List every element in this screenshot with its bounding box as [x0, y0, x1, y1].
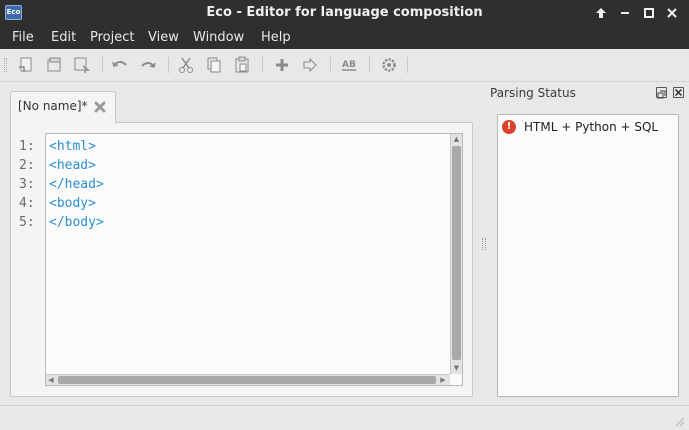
minimize-icon — [621, 12, 629, 14]
menu-file[interactable]: File — [12, 26, 34, 49]
code-lines[interactable]: <html> <head> </head> <body> </body> — [49, 137, 104, 232]
close-icon — [94, 101, 106, 113]
scroll-right-arrow-icon[interactable]: ▶ — [438, 375, 448, 385]
title-bar: Eco Eco - Editor for language compositio… — [0, 0, 689, 26]
toolbar-separator — [330, 57, 331, 73]
maximize-button[interactable] — [640, 4, 658, 22]
select-language-box-button[interactable] — [301, 56, 319, 74]
paste-button[interactable] — [233, 56, 251, 74]
toolbar-separator — [369, 57, 370, 73]
parsing-status-title: Parsing Status — [490, 86, 576, 100]
toolbar-separator — [102, 57, 103, 73]
dock-splitter-handle[interactable] — [482, 238, 486, 250]
language-label: HTML + Python + SQL — [524, 120, 659, 134]
scroll-down-arrow-icon[interactable]: ▼ — [451, 363, 462, 373]
line-number: 4: — [19, 196, 35, 211]
code-line[interactable]: <body> — [49, 194, 104, 213]
line-number: 2: — [19, 158, 35, 173]
window-title: Eco - Editor for language composition — [206, 5, 483, 20]
close-icon — [667, 8, 677, 18]
parse-tree-button[interactable]: AB — [340, 56, 358, 74]
tab-close-button[interactable] — [93, 100, 107, 114]
close-button[interactable] — [663, 4, 681, 22]
cut-icon — [179, 57, 193, 73]
save-button[interactable] — [73, 56, 91, 74]
code-line[interactable]: </head> — [49, 175, 104, 194]
menu-bar: File Edit Project View Window Help — [0, 26, 689, 49]
line-number-gutter: 1: 2: 3: 4: 5: — [19, 137, 45, 232]
add-language-box-icon — [276, 59, 288, 71]
minimize-button[interactable] — [616, 4, 634, 22]
dock-float-button[interactable] — [656, 87, 667, 99]
menu-help[interactable]: Help — [261, 26, 291, 49]
open-button[interactable] — [45, 56, 63, 74]
copy-button[interactable] — [205, 56, 223, 74]
arrow-up-icon — [596, 8, 606, 18]
error-icon: ! — [502, 120, 516, 134]
code-line[interactable]: <head> — [49, 156, 104, 175]
toolbar-separator — [168, 57, 169, 73]
settings-icon — [382, 58, 396, 72]
float-icon — [657, 90, 666, 99]
line-number: 1: — [19, 139, 35, 154]
tab-no-name[interactable]: [No name]* — [10, 91, 116, 123]
copy-icon — [207, 57, 221, 73]
new-button[interactable] — [17, 56, 35, 74]
code-line[interactable]: </body> — [49, 213, 104, 232]
size-grip-icon[interactable] — [675, 416, 685, 427]
save-icon — [74, 57, 91, 73]
toolbar-separator — [407, 57, 408, 73]
horizontal-scrollbar[interactable]: ◀ ▶ — [46, 374, 450, 385]
code-editor[interactable] — [45, 133, 463, 386]
toolbar-separator — [262, 57, 263, 73]
scroll-up-arrow-icon[interactable]: ▲ — [451, 134, 462, 144]
parse-tree-icon: AB — [342, 60, 356, 71]
redo-button[interactable] — [139, 56, 157, 74]
svg-text:AB: AB — [342, 60, 356, 70]
line-number: 5: — [19, 215, 35, 230]
parsing-status-list: ! HTML + Python + SQL — [497, 114, 679, 397]
dock-close-button[interactable] — [673, 87, 684, 98]
vertical-scrollbar[interactable]: ▲ ▼ — [450, 134, 462, 374]
vertical-scroll-thumb[interactable] — [452, 146, 461, 360]
status-bar — [0, 405, 689, 430]
undo-button[interactable] — [111, 56, 129, 74]
settings-button[interactable] — [380, 56, 398, 74]
line-number: 3: — [19, 177, 35, 192]
select-language-box-icon — [303, 57, 317, 73]
tab-label: [No name]* — [18, 99, 88, 113]
code-line[interactable]: <html> — [49, 137, 104, 156]
maximize-icon — [644, 8, 654, 18]
menu-project[interactable]: Project — [90, 26, 134, 49]
toolbar-grip[interactable] — [4, 58, 7, 72]
close-icon — [674, 88, 683, 97]
cut-button[interactable] — [177, 56, 195, 74]
menu-edit[interactable]: Edit — [51, 26, 76, 49]
open-icon — [47, 57, 61, 72]
new-icon — [19, 57, 32, 72]
redo-icon — [141, 62, 156, 68]
paste-icon — [235, 56, 249, 73]
toolbar: AB — [0, 49, 689, 82]
undo-icon — [112, 61, 127, 67]
menu-window[interactable]: Window — [193, 26, 244, 49]
keep-above-button[interactable] — [592, 4, 610, 22]
add-language-box-button[interactable] — [273, 56, 291, 74]
horizontal-scroll-thumb[interactable] — [58, 376, 436, 384]
scroll-left-arrow-icon[interactable]: ◀ — [46, 375, 56, 385]
menu-view[interactable]: View — [148, 26, 179, 49]
